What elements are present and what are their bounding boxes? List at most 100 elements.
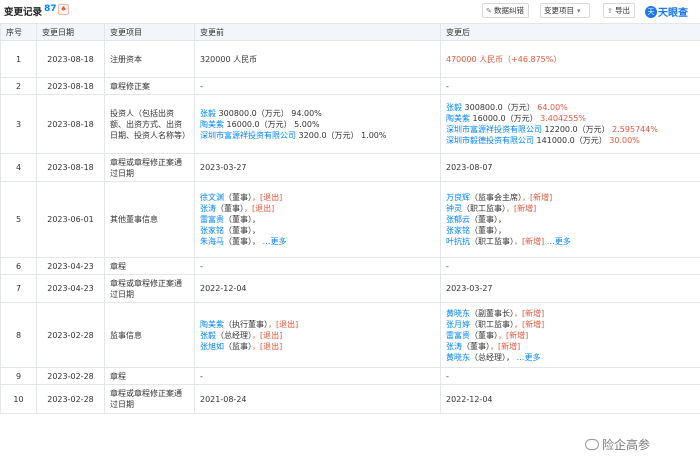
- person-name-link[interactable]: 张涛: [200, 204, 216, 213]
- change-item: 章程或章程修正案通过日期: [104, 384, 195, 414]
- person-role: （总经理）: [470, 352, 506, 362]
- change-item-filter[interactable]: 变更项目 ▾: [540, 3, 590, 18]
- more-link[interactable]: …更多: [514, 353, 541, 362]
- change-item: 章程: [104, 367, 195, 385]
- value-before: 2021-08-24: [194, 384, 441, 414]
- row-number: 4: [0, 153, 37, 182]
- person-name-link[interactable]: 徐文渊: [200, 193, 224, 202]
- change-line: 雷富贵（董事），: [200, 214, 435, 225]
- logo-icon: 天: [645, 5, 657, 18]
- change-item: 其他董事信息: [104, 181, 195, 258]
- investor-name-link[interactable]: 深圳市富源祥投资有限公司: [446, 125, 542, 134]
- value-before: -: [194, 77, 441, 95]
- chevron-down-icon: ▾: [577, 7, 581, 15]
- more-link[interactable]: …更多: [544, 237, 571, 246]
- row-number: 2: [0, 77, 37, 95]
- row-number: 1: [0, 40, 37, 78]
- change-line: 雷富贵（董事），[新增]: [446, 330, 695, 341]
- person-name-link[interactable]: 朱海马: [200, 237, 224, 246]
- investor-name-link[interactable]: 陶美紫: [446, 114, 470, 123]
- record-count: 87: [44, 4, 57, 14]
- person-role: （职工监事）: [462, 204, 506, 213]
- person-name-link[interactable]: 钟灵: [446, 204, 462, 213]
- change-date: 2023-04-23: [36, 274, 105, 303]
- separator: ，: [506, 352, 514, 362]
- col-before: 变更前: [194, 23, 441, 41]
- change-line: 钟灵（职工监事），[新增]: [446, 203, 695, 214]
- person-name-link[interactable]: 叶抗抗: [446, 237, 470, 246]
- change-tag: ，[新增]: [490, 341, 521, 351]
- row-number: 5: [0, 181, 37, 258]
- person-role: （董事）: [224, 215, 252, 224]
- value-before: 张毅 300800.0（万元） 94.00% 陶美紫 16000.0（万元） 5.…: [194, 94, 441, 154]
- export-icon: ⇪: [607, 7, 613, 15]
- change-line: 叶抗抗（职工监事），[新增] …更多: [446, 236, 695, 247]
- change-item: 章程: [104, 257, 195, 275]
- change-item: 注册资本: [104, 40, 195, 78]
- notification-icon[interactable]: ♠: [58, 4, 69, 15]
- change-date: 2023-08-18: [36, 77, 105, 95]
- change-item: 章程修正案: [104, 77, 195, 95]
- person-name-link[interactable]: 雷富贵: [200, 215, 224, 224]
- data-correction-button[interactable]: ✎ 数据纠错: [482, 3, 529, 18]
- change-item: 监事信息: [104, 302, 195, 368]
- person-name-link[interactable]: 张家铭: [200, 226, 224, 235]
- change-date: 2023-02-28: [36, 302, 105, 368]
- separator: ，: [252, 215, 260, 224]
- change-line: 陶美紫 16000.0（万元） 3.404255%: [446, 113, 695, 124]
- person-name-link[interactable]: 张家铭: [446, 226, 470, 235]
- change-line: 张家铭（董事），: [446, 225, 695, 236]
- row-number: 10: [0, 384, 37, 414]
- value-before: 陶美紫（执行董事），[退出] 张毅（总经理），[退出] 张旭如（监事），[退出]: [194, 302, 441, 368]
- col-after: 变更后: [440, 23, 700, 41]
- separator: ，: [498, 215, 506, 224]
- investor-name-link[interactable]: 张毅: [446, 103, 462, 112]
- change-date: 2023-02-28: [36, 367, 105, 385]
- header: 变更记录 87 ♠ ✎ 数据纠错 变更项目 ▾ ⇪ 导出 天天眼查: [0, 0, 700, 22]
- investor-name-link[interactable]: 深圳市毅德投资有限公司: [446, 136, 534, 145]
- person-role: （监事）: [224, 341, 252, 351]
- value-after: 2023-03-27: [440, 274, 700, 303]
- person-name-link[interactable]: 张旭如: [200, 342, 224, 351]
- change-date: 2023-08-18: [36, 94, 105, 154]
- change-line: 张涛（董事），[新增]: [446, 341, 695, 352]
- person-name-link[interactable]: 雷富贵: [446, 331, 470, 340]
- investor-name-link[interactable]: 深圳市富源祥投资有限公司: [200, 131, 296, 140]
- change-tag: ，[新增]: [522, 193, 553, 202]
- person-name-link[interactable]: 张毅: [200, 331, 216, 340]
- change-line: 深圳市富源祥投资有限公司 12200.0（万元） 2.595744%: [446, 124, 695, 135]
- col-num: 序号: [0, 23, 37, 41]
- change-line: 黄晓东（副董事长），[新增]: [446, 308, 695, 319]
- value-after: 470000 人民币（+46.875%）: [440, 40, 700, 78]
- person-role: （董事）: [224, 193, 252, 202]
- investor-name-link[interactable]: 张毅: [200, 109, 216, 118]
- person-name-link[interactable]: 黄晓东: [446, 353, 470, 362]
- value-after: 万良辉（监事会主席），[新增] 钟灵（职工监事），[新增] 张郁云（董事）， 张家铭（…: [440, 181, 700, 258]
- value-before: -: [194, 257, 441, 275]
- investment-amount: 3200.0（万元）: [296, 130, 362, 140]
- person-role: （董事）: [216, 204, 244, 213]
- person-role: （职工监事）: [470, 237, 514, 246]
- change-tag: ，[新增]: [498, 330, 529, 340]
- person-name-link[interactable]: 张涛: [446, 342, 462, 351]
- change-line: 张毅 300800.0（万元） 64.00%: [446, 102, 695, 113]
- export-button[interactable]: ⇪ 导出: [603, 3, 635, 18]
- share-ratio: 64.00%: [537, 103, 568, 112]
- person-name-link[interactable]: 陶美紫: [200, 320, 224, 329]
- more-link[interactable]: …更多: [260, 237, 287, 246]
- value-before: 徐文渊（董事），[退出] 张涛（董事），[退出] 雷富贵（董事）， 张家铭（董事），朱…: [194, 181, 441, 258]
- person-name-link[interactable]: 张郁云: [446, 215, 470, 224]
- change-line: 黄晓东（总经理）， …更多: [446, 352, 695, 363]
- value-before: 2023-03-27: [194, 153, 441, 182]
- row-number: 3: [0, 94, 37, 154]
- value-after: 张毅 300800.0（万元） 64.00% 陶美紫 16000.0（万元） 3.…: [440, 94, 700, 154]
- person-name-link[interactable]: 张月婷: [446, 320, 470, 329]
- person-name-link[interactable]: 黄晓东: [446, 309, 470, 318]
- edit-icon: ✎: [486, 7, 492, 15]
- person-name-link[interactable]: 万良辉: [446, 193, 470, 202]
- value-before: 320000 人民币: [194, 40, 441, 78]
- change-line: 深圳市毅德投资有限公司 141000.0（万元） 30.00%: [446, 135, 695, 146]
- change-line: 徐文渊（董事），[退出]: [200, 192, 435, 203]
- investor-name-link[interactable]: 陶美紫: [200, 120, 224, 129]
- tianyancha-logo: 天天眼查: [645, 4, 688, 19]
